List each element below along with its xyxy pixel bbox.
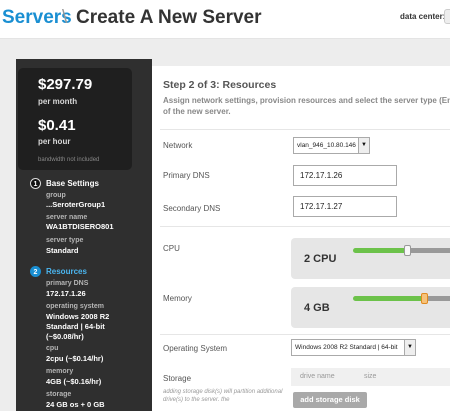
summary-server-name-value: WA1BTDISERO801 bbox=[46, 222, 114, 231]
summary-server-type-value: Standard bbox=[46, 246, 79, 255]
storage-label: Storage bbox=[163, 374, 192, 383]
form-divider bbox=[160, 129, 450, 130]
step-2-title[interactable]: Resources bbox=[46, 267, 87, 276]
summary-os-value: Windows 2008 R2 Standard | 64-bit (~$0.0… bbox=[46, 312, 110, 341]
primary-dns-label: Primary DNS bbox=[163, 171, 210, 180]
storage-col-size: size bbox=[364, 373, 377, 380]
cpu-slider-fill bbox=[353, 248, 408, 253]
storage-col-drive-name: drive name bbox=[300, 373, 335, 380]
step-2-badge: 2 bbox=[30, 266, 41, 277]
top-bar: Servers \ Create A New Server data cente… bbox=[0, 0, 450, 38]
summary-os-label: operating system bbox=[46, 303, 104, 310]
hourly-price-label: per hour bbox=[38, 137, 71, 146]
cpu-slider-handle[interactable] bbox=[404, 245, 411, 256]
secondary-dns-label: Secondary DNS bbox=[163, 204, 221, 213]
summary-cpu-label: cpu bbox=[46, 345, 59, 352]
monthly-price-label: per month bbox=[38, 97, 78, 106]
step-description: Assign network settings, provision resou… bbox=[163, 96, 450, 116]
summary-storage-value: 24 GB os + 0 GB bbox=[46, 400, 105, 409]
storage-help-text: adding storage disk(s) will partition ad… bbox=[163, 389, 283, 403]
memory-label: Memory bbox=[163, 294, 192, 303]
summary-server-name-label: server name bbox=[46, 214, 88, 221]
summary-storage-label: storage bbox=[46, 391, 72, 398]
form-divider bbox=[160, 334, 450, 335]
network-select-value: vlan_946_10.80.146 bbox=[297, 142, 356, 149]
summary-memory-value: 4GB (~$0.16/hr) bbox=[46, 377, 102, 386]
os-select-value: Windows 2008 R2 Standard | 64-bit bbox=[295, 344, 398, 351]
os-select[interactable]: Windows 2008 R2 Standard | 64-bit ▼ bbox=[291, 339, 416, 356]
bandwidth-note: bandwidth not included bbox=[38, 157, 100, 163]
summary-server-type-label: server type bbox=[46, 237, 84, 244]
add-storage-disk-button[interactable]: add storage disk bbox=[293, 392, 367, 408]
chevron-down-icon: ▼ bbox=[404, 340, 415, 355]
monthly-price: $297.79 bbox=[38, 76, 93, 93]
secondary-dns-input[interactable] bbox=[293, 196, 397, 217]
primary-dns-input[interactable] bbox=[293, 165, 397, 186]
summary-memory-label: memory bbox=[46, 368, 74, 375]
page-title: Create A New Server bbox=[76, 7, 262, 28]
form-divider bbox=[160, 226, 450, 227]
data-center-select[interactable] bbox=[444, 9, 450, 24]
cpu-slider-track[interactable] bbox=[408, 248, 450, 253]
summary-group-value: ...SeroterGroup1 bbox=[46, 200, 106, 209]
summary-primary-dns-label: primary DNS bbox=[46, 280, 89, 287]
memory-slider-fill bbox=[353, 296, 425, 301]
memory-value: 4 GB bbox=[304, 302, 330, 314]
step-1-badge: 1 bbox=[30, 178, 41, 189]
network-select[interactable]: vlan_946_10.80.146 ▼ bbox=[293, 137, 370, 154]
memory-slider-handle[interactable] bbox=[421, 293, 428, 304]
cpu-label: CPU bbox=[163, 244, 180, 253]
summary-cpu-value: 2cpu (~$0.14/hr) bbox=[46, 354, 104, 363]
memory-slider-track[interactable] bbox=[425, 296, 450, 301]
summary-group-label: group bbox=[46, 192, 66, 199]
network-label: Network bbox=[163, 141, 193, 150]
step-1-title[interactable]: Base Settings bbox=[46, 179, 99, 188]
step-heading: Step 2 of 3: Resources bbox=[163, 79, 277, 91]
hourly-price: $0.41 bbox=[38, 117, 76, 134]
chevron-down-icon: ▼ bbox=[358, 138, 369, 153]
data-center-label: data center: bbox=[400, 12, 446, 21]
summary-primary-dns-value: 172.17.1.26 bbox=[46, 289, 86, 298]
breadcrumb-separator: \ bbox=[62, 7, 68, 28]
os-label: Operating System bbox=[163, 344, 228, 353]
cpu-value: 2 CPU bbox=[304, 253, 337, 265]
